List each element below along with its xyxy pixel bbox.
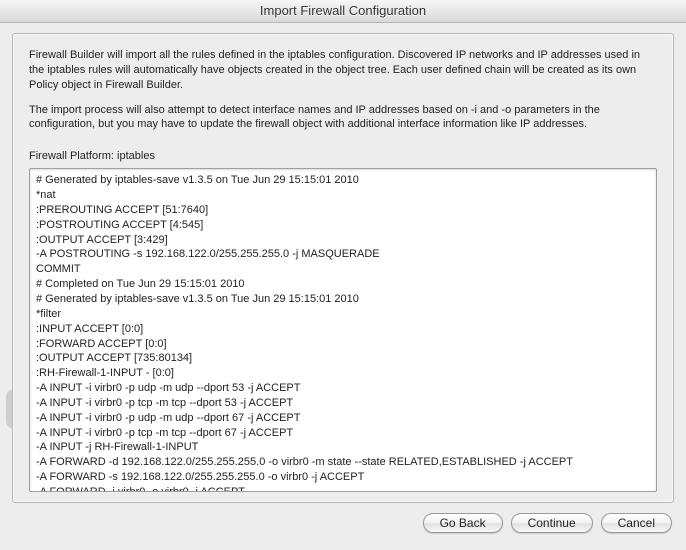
continue-button[interactable]: Continue (511, 513, 593, 533)
go-back-button[interactable]: Go Back (423, 513, 503, 533)
intro-text: Firewall Builder will import all the rul… (29, 48, 657, 142)
window-title: Import Firewall Configuration (0, 0, 686, 23)
intro-paragraph-2: The import process will also attempt to … (29, 103, 657, 133)
wizard-button-row: Go Back Continue Cancel (12, 503, 674, 533)
platform-line: Firewall Platform: iptables (29, 150, 657, 162)
cancel-button[interactable]: Cancel (601, 513, 672, 533)
intro-paragraph-1: Firewall Builder will import all the rul… (29, 48, 657, 93)
platform-value: iptables (117, 150, 155, 162)
config-textarea[interactable]: # Generated by iptables-save v1.3.5 on T… (29, 168, 657, 492)
import-panel: Firewall Builder will import all the rul… (12, 33, 674, 503)
platform-label: Firewall Platform: (29, 150, 117, 162)
